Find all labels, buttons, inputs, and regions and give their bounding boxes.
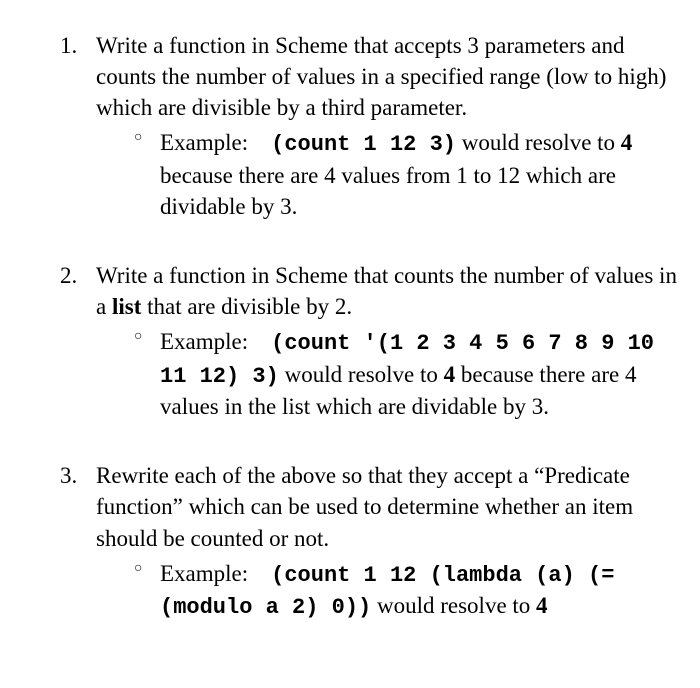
example-label: Example: bbox=[160, 329, 248, 354]
problem-3-intro: Rewrite each of the above so that they a… bbox=[96, 463, 633, 550]
example-label: Example: bbox=[160, 130, 248, 155]
problem-item-1: Write a function in Scheme that accepts … bbox=[60, 30, 680, 222]
problem-1-intro: Write a function in Scheme that accepts … bbox=[96, 33, 666, 120]
example-3: Example: (count 1 12 (lambda (a) (= (mod… bbox=[96, 558, 680, 623]
problem-item-3: Rewrite each of the above so that they a… bbox=[60, 460, 680, 623]
result-value: 4 bbox=[536, 593, 548, 618]
example-label: Example: bbox=[160, 561, 248, 586]
example-2: Example: (count '(1 2 3 4 5 6 7 8 9 10 1… bbox=[96, 326, 680, 422]
result-value: 4 bbox=[444, 362, 456, 387]
example-text: would resolve to bbox=[377, 593, 536, 618]
example-text: would resolve to bbox=[285, 362, 444, 387]
problem-2-intro-bold: list bbox=[112, 294, 141, 319]
example-text: because there are 4 values from 1 to 12 … bbox=[160, 163, 616, 219]
code-snippet: (count 1 12 3) bbox=[271, 132, 456, 157]
result-value: 4 bbox=[621, 130, 633, 155]
problem-list: Write a function in Scheme that accepts … bbox=[60, 30, 680, 623]
example-1: Example: (count 1 12 3) would resolve to… bbox=[96, 127, 680, 222]
example-text: would resolve to bbox=[462, 130, 621, 155]
problem-item-2: Write a function in Scheme that counts t… bbox=[60, 260, 680, 423]
problem-2-intro-b: that are divisible by 2. bbox=[141, 294, 352, 319]
